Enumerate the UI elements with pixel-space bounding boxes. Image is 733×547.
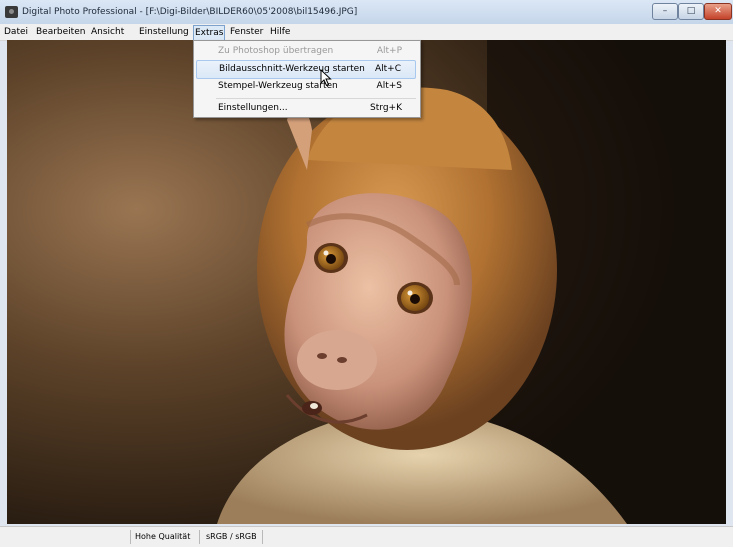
menu-item-photoshop-transfer: Zu Photoshop übertragen Alt+P	[196, 43, 416, 60]
status-divider	[262, 530, 263, 544]
menu-einstellung[interactable]: Einstellung	[139, 24, 189, 40]
status-color-space: sRGB / sRGB	[206, 532, 257, 541]
menu-item-label: Zu Photoshop übertragen	[218, 46, 334, 56]
menu-hilfe[interactable]: Hilfe	[270, 24, 290, 40]
menu-bar: Datei Bearbeiten Ansicht Einstellung Ext…	[0, 24, 733, 41]
menu-item-shortcut: Alt+P	[376, 46, 402, 56]
close-icon[interactable]: ✕	[704, 3, 732, 20]
title-bar: Digital Photo Professional - [F:\Digi-Bi…	[0, 0, 733, 25]
window-title: Digital Photo Professional - [F:\Digi-Bi…	[22, 7, 358, 17]
menu-item-label: Einstellungen...	[218, 103, 288, 113]
status-bar: Hohe Qualität sRGB / sRGB	[0, 526, 733, 547]
status-divider	[199, 530, 200, 544]
menu-item-shortcut: Strg+K	[370, 103, 402, 113]
menu-fenster[interactable]: Fenster	[230, 24, 263, 40]
status-quality: Hohe Qualität	[135, 532, 191, 541]
menu-bearbeiten[interactable]: Bearbeiten	[36, 24, 85, 40]
menu-item-label: Bildausschnitt-Werkzeug starten	[219, 64, 365, 74]
menu-item-settings[interactable]: Einstellungen... Strg+K	[196, 100, 416, 117]
menu-datei[interactable]: Datei	[4, 24, 28, 40]
menu-item-shortcut: Alt+C	[374, 64, 401, 74]
menu-item-stamp-tool[interactable]: Stempel-Werkzeug starten Alt+S	[196, 78, 416, 95]
app-icon[interactable]	[5, 6, 18, 18]
mouse-cursor-icon	[320, 69, 332, 87]
extras-dropdown-menu: Zu Photoshop übertragen Alt+P Bildaussch…	[193, 40, 421, 118]
menu-ansicht[interactable]: Ansicht	[91, 24, 124, 40]
menu-extras[interactable]: Extras	[193, 25, 226, 41]
minimize-icon[interactable]: –	[652, 3, 678, 20]
menu-item-shortcut: Alt+S	[376, 81, 402, 91]
menu-item-crop-tool[interactable]: Bildausschnitt-Werkzeug starten Alt+C	[196, 60, 416, 79]
menu-separator	[216, 98, 416, 99]
maximize-icon[interactable]: □	[678, 3, 704, 20]
status-divider	[130, 530, 131, 544]
